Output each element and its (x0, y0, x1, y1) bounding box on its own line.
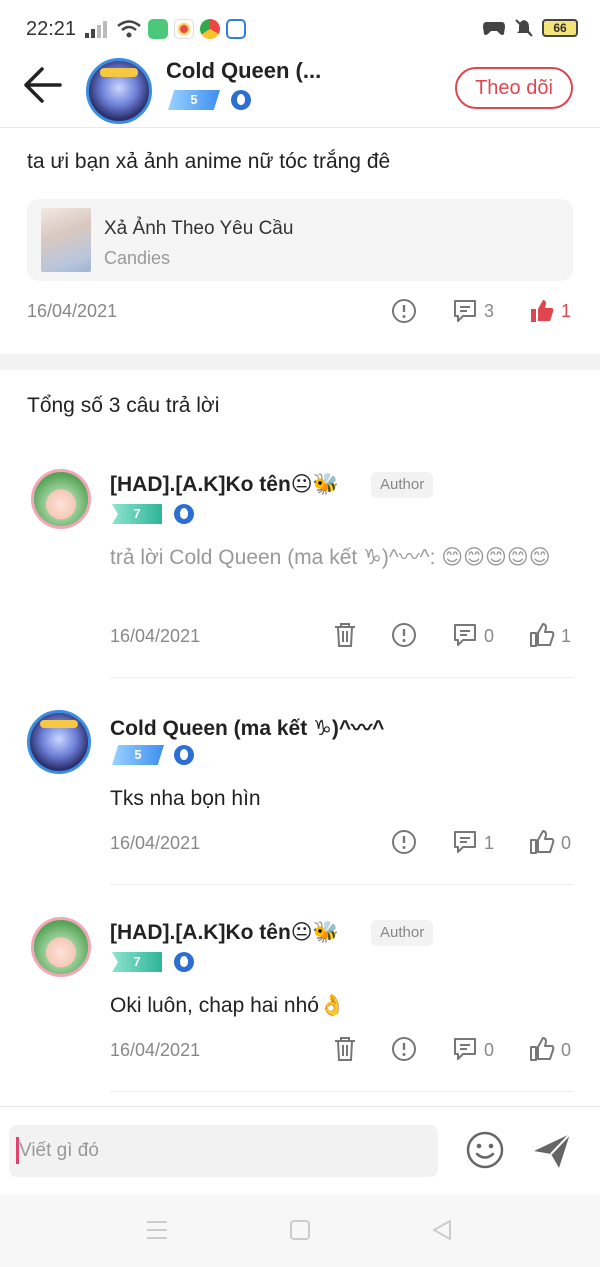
like-filled-icon[interactable] (529, 298, 555, 324)
report-icon[interactable] (391, 622, 417, 648)
question-text: ta ưi bạn xả ảnh anime nữ tóc trắng đê (27, 150, 391, 173)
comment-icon[interactable] (452, 829, 478, 855)
answer-date: 16/04/2021 (110, 1040, 201, 1060)
shield-badge-icon (231, 90, 251, 110)
send-icon[interactable] (531, 1130, 573, 1172)
delete-icon[interactable] (332, 1036, 358, 1062)
linked-post-card[interactable]: Xả Ảnh Theo Yêu Cầu Candies (27, 199, 573, 281)
like-count: 1 (561, 626, 572, 646)
status-icons-left (84, 19, 246, 39)
app-icon-2 (174, 19, 194, 39)
author-tag: Author (371, 472, 434, 498)
status-icons-right: 66 (482, 18, 578, 38)
comment-count: 1 (484, 833, 495, 853)
back-arrow-icon[interactable] (18, 62, 64, 108)
like-count: 1 (561, 301, 572, 321)
level-badge: 7 (112, 504, 162, 524)
report-icon[interactable] (391, 1036, 417, 1062)
gamepad-icon (483, 22, 505, 35)
reply-composer: Viết gì đó (0, 1106, 600, 1194)
answer-divider (110, 884, 573, 885)
comment-count: 0 (484, 1040, 495, 1060)
report-icon[interactable] (391, 298, 417, 324)
answer-avatar[interactable] (31, 469, 91, 529)
follow-button[interactable]: Theo dõi (455, 67, 573, 109)
like-count: 0 (561, 833, 572, 853)
chrome-icon (200, 19, 220, 39)
comment-icon[interactable] (452, 298, 478, 324)
author-tag: Author (371, 920, 434, 946)
wifi-icon (117, 20, 141, 38)
delete-icon[interactable] (332, 622, 358, 648)
answer-author-name[interactable]: [HAD].[A.K]Ko tên😐🐝 (110, 920, 339, 945)
section-divider (0, 354, 600, 370)
comment-icon[interactable] (452, 622, 478, 648)
answer-author-name[interactable]: [HAD].[A.K]Ko tên😐🐝 (110, 472, 339, 497)
shield-badge-icon (174, 745, 194, 765)
post-subtitle: Candies (104, 248, 171, 268)
question-date: 16/04/2021 (27, 301, 118, 321)
answer-author-name[interactable]: Cold Queen (ma kết ♑)^〰^ (110, 712, 384, 742)
top-header: Cold Queen (... 5 Theo dõi (0, 58, 600, 128)
status-bar: 22:21 66 (0, 0, 600, 58)
app-icon-1 (148, 19, 168, 39)
reply-input[interactable]: Viết gì đó (9, 1125, 438, 1177)
level-badge: 7 (112, 952, 162, 972)
like-icon[interactable] (529, 622, 555, 648)
mute-bell-icon (515, 19, 533, 37)
battery-indicator: 66 (542, 19, 578, 37)
post-title: Xả Ảnh Theo Yêu Cầu (104, 218, 294, 239)
zalo-icon (226, 19, 246, 39)
answer-text: trả lời Cold Queen (ma kết ♑)^〰^: 😊😊😊😊😊 (110, 546, 551, 569)
like-icon[interactable] (529, 1036, 555, 1062)
answer-text: Oki luôn, chap hai nhó👌 (110, 994, 346, 1017)
like-count: 0 (561, 1040, 572, 1060)
answer-date: 16/04/2021 (110, 626, 201, 646)
report-icon[interactable] (391, 829, 417, 855)
shield-badge-icon (174, 952, 194, 972)
comment-icon[interactable] (452, 1036, 478, 1062)
menu-nav-icon[interactable] (145, 1219, 169, 1241)
answer-avatar[interactable] (27, 710, 91, 774)
post-thumbnail (41, 208, 91, 272)
author-name[interactable]: Cold Queen (... (166, 58, 321, 84)
system-nav-bar (0, 1194, 600, 1267)
answer-divider (110, 677, 573, 678)
answer-avatar[interactable] (31, 917, 91, 977)
level-badge: 5 (112, 745, 164, 765)
author-avatar[interactable] (86, 58, 152, 124)
status-time: 22:21 (26, 18, 77, 40)
comment-count: 0 (484, 626, 495, 646)
signal-icon (85, 21, 107, 38)
comment-count: 3 (484, 301, 495, 321)
like-icon[interactable] (529, 829, 555, 855)
emoji-icon[interactable] (465, 1130, 505, 1170)
home-nav-icon[interactable] (289, 1219, 311, 1241)
answers-total: Tổng số 3 câu trả lời (27, 394, 220, 417)
answer-date: 16/04/2021 (110, 833, 201, 853)
shield-badge-icon (174, 504, 194, 524)
level-badge: 5 (168, 90, 220, 110)
answer-text: Tks nha bọn hìn (110, 787, 261, 810)
answer-divider (110, 1091, 573, 1092)
back-nav-icon[interactable] (431, 1219, 453, 1241)
